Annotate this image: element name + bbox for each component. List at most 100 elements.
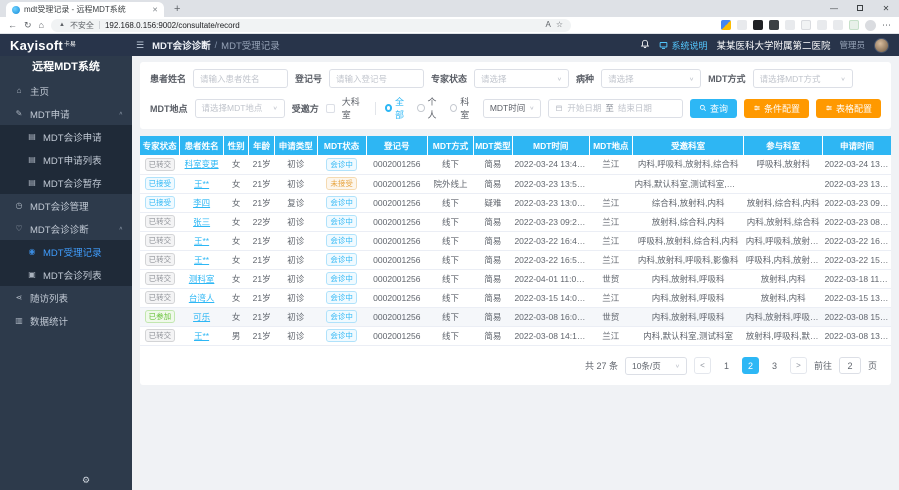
menu-collapse-icon[interactable]: ☰ xyxy=(136,40,144,51)
sidebar-item[interactable]: ▣ MDT会诊列表 xyxy=(0,263,132,286)
browser-tab[interactable]: mdt受理记录 - 远程MDT系统 ✕ xyxy=(6,2,164,17)
chevron-down-icon: ∨ xyxy=(557,76,562,82)
table-config-button[interactable]: 表格配置 xyxy=(816,99,881,118)
user-avatar[interactable] xyxy=(874,38,889,53)
patient-name-link[interactable]: 可乐 xyxy=(193,312,210,322)
mdt-place-select[interactable]: 请选择MDT地点∨ xyxy=(195,99,285,118)
mdt-mode-select[interactable]: 请选择MDT方式∨ xyxy=(753,69,853,88)
record-icon: ◉ xyxy=(27,247,37,256)
page-size-select[interactable]: 10条/页∨ xyxy=(625,357,687,375)
disease-select[interactable]: 请选择∨ xyxy=(601,69,701,88)
mdt-status-badge: 会诊中 xyxy=(326,329,357,342)
extension-icon[interactable] xyxy=(817,20,827,30)
patient-name-link[interactable]: 王** xyxy=(194,236,209,246)
patient-name-input[interactable]: 请输入患者姓名 xyxy=(193,69,288,88)
mdt-status-badge: 未接受 xyxy=(326,177,357,190)
prev-page-button[interactable]: < xyxy=(694,357,711,374)
age-cell: 21岁 xyxy=(249,193,275,212)
radio-all[interactable]: 全部 xyxy=(385,95,411,121)
extension-icon[interactable] xyxy=(833,20,843,30)
system-help-button[interactable]: 系统说明 xyxy=(659,39,707,52)
register-no-cell: 0002001256 xyxy=(366,326,428,345)
sidebar-item[interactable]: ⌂ 主页 xyxy=(0,79,132,102)
big-dept-checkbox[interactable] xyxy=(326,104,335,113)
table-row: 已转交 王** 男 21岁 初诊 会诊中 0002001256 线下 简易 20… xyxy=(140,326,891,345)
patient-name-link[interactable]: 王** xyxy=(194,255,209,265)
mdt-type-cell: 疑难 xyxy=(473,193,512,212)
restore-icon[interactable] xyxy=(847,4,873,13)
sidebar-item[interactable]: ◉ MDT受理记录 xyxy=(0,240,132,263)
extension-icon[interactable] xyxy=(785,20,795,30)
sidebar-item[interactable]: ◷ MDT会诊管理 xyxy=(0,194,132,217)
url-text: 192.168.0.156:9002/consultate/record xyxy=(105,21,541,30)
records-table-panel: 专家状态 患者姓名 性别 年龄 申请类型 MDT状态 登记号 MDT方式 MDT… xyxy=(140,136,891,385)
minimize-icon[interactable]: — xyxy=(821,4,847,13)
expert-status-select[interactable]: 请选择∨ xyxy=(474,69,569,88)
sidebar-item[interactable]: ▤ MDT会诊申请 xyxy=(0,125,132,148)
search-button[interactable]: 查询 xyxy=(690,99,737,118)
condition-config-button[interactable]: 条件配置 xyxy=(744,99,809,118)
sidebar-item[interactable]: ♡ MDT会诊诊断 ∧ xyxy=(0,217,132,240)
mdt-type-cell: 简易 xyxy=(473,250,512,269)
patient-name-link[interactable]: 王** xyxy=(194,331,209,341)
goto-page-input[interactable]: 2 xyxy=(839,357,861,374)
extensions-area: ⋯ xyxy=(721,20,891,31)
tab-close-icon[interactable]: ✕ xyxy=(152,6,158,14)
page-number-button[interactable]: 1 xyxy=(718,357,735,374)
time-field-select[interactable]: MDT时间∨ xyxy=(483,99,542,118)
radio-personal[interactable]: 个人 xyxy=(417,95,443,121)
sidebar-item[interactable]: ▤ MDT申请列表 xyxy=(0,148,132,171)
user-role: 管理员 xyxy=(839,39,865,51)
extension-icon[interactable] xyxy=(753,20,763,30)
refresh-icon[interactable]: ↻ xyxy=(24,21,32,30)
home-icon[interactable]: ⌂ xyxy=(39,21,44,30)
browser-profile-avatar[interactable] xyxy=(865,20,876,31)
new-tab-button[interactable]: + xyxy=(174,4,180,14)
patient-name-link[interactable]: 科室变更 xyxy=(185,159,219,169)
apply-type-cell: 初诊 xyxy=(274,326,317,345)
extension-icon[interactable] xyxy=(737,20,747,30)
read-aloud-icon[interactable]: A xyxy=(545,21,550,29)
mdt-status-badge: 会诊中 xyxy=(326,253,357,266)
back-icon[interactable]: ← xyxy=(8,21,17,30)
next-page-button[interactable]: > xyxy=(790,357,807,374)
invitee-label: 受邀方 xyxy=(292,102,319,115)
apply-type-cell: 初诊 xyxy=(274,212,317,231)
mdt-place-label: MDT地点 xyxy=(150,102,188,115)
page-number-button[interactable]: 3 xyxy=(766,357,783,374)
mdt-time-cell: 2022-03-22 16:40:00 xyxy=(512,231,589,250)
patient-name-link[interactable]: 张三 xyxy=(193,217,210,227)
sliders-icon xyxy=(753,104,761,112)
mdt-status-badge: 会诊中 xyxy=(326,196,357,209)
more-icon[interactable]: ⋯ xyxy=(882,21,891,30)
bell-icon[interactable] xyxy=(640,36,650,54)
extension-icon[interactable] xyxy=(769,20,779,30)
apply-type-cell: 初诊 xyxy=(274,155,317,174)
sidebar-item[interactable]: ⋖ 随访列表 xyxy=(0,286,132,309)
sidebar-item[interactable]: ▤ MDT会诊暂存 xyxy=(0,171,132,194)
date-range-picker[interactable]: 开始日期 至 结束日期 xyxy=(548,99,683,118)
close-icon[interactable]: ✕ xyxy=(873,4,899,13)
gear-icon[interactable]: ⚙ xyxy=(82,475,90,486)
table-row: 已接受 李四 女 21岁 复诊 会诊中 0002001256 线下 疑难 202… xyxy=(140,193,891,212)
page-number-button[interactable]: 2 xyxy=(742,357,759,374)
sidebar-item[interactable]: ✎ MDT申请 ∧ xyxy=(0,102,132,125)
extension-icon[interactable] xyxy=(849,20,859,30)
patient-name-link[interactable]: 李四 xyxy=(193,198,210,208)
extension-icon[interactable] xyxy=(721,20,731,30)
extension-icon[interactable] xyxy=(801,20,811,30)
patient-name-link[interactable]: 测科室 xyxy=(189,274,215,284)
mode-cell: 线下 xyxy=(428,231,474,250)
register-no-cell: 0002001256 xyxy=(366,307,428,326)
goto-label: 前往 xyxy=(814,359,832,372)
favorite-icon[interactable]: ☆ xyxy=(556,21,563,29)
sidebar-menu: ⌂ 主页 ✎ MDT申请 ∧ ▤ MDT会诊申请 xyxy=(0,79,132,332)
patient-name-link[interactable]: 王** xyxy=(194,179,209,189)
address-bar[interactable]: ▲ 不安全 192.168.0.156:9002/consultate/reco… xyxy=(51,19,571,32)
system-title: 远程MDT系统 xyxy=(0,56,132,79)
disease-label: 病种 xyxy=(576,72,594,85)
radio-dept[interactable]: 科室 xyxy=(450,95,476,121)
sidebar-item[interactable]: ▥ 数据统计 xyxy=(0,309,132,332)
patient-name-link[interactable]: 台湾人 xyxy=(189,293,215,303)
register-no-input[interactable]: 请输入登记号 xyxy=(329,69,424,88)
